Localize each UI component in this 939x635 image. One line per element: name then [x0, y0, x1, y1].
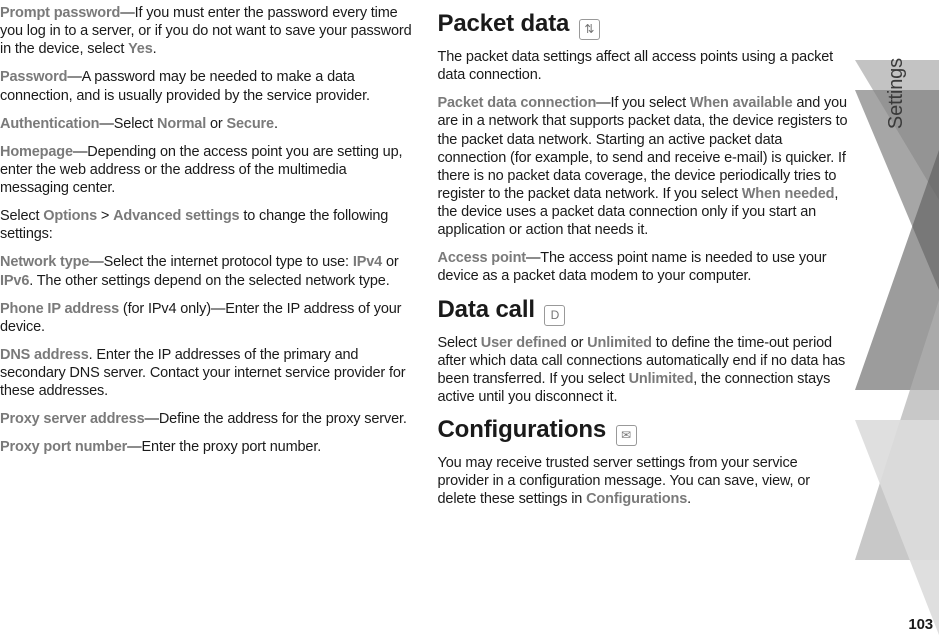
decor-triangle [855, 420, 939, 635]
option-normal: Normal [157, 116, 206, 132]
heading-configurations: Configurations ✉ [438, 416, 852, 446]
option-ipv4: IPv4 [353, 254, 382, 270]
para-dns: DNS address. Enter the IP addresses of t… [0, 346, 414, 400]
packet-data-icon: ⇅ [579, 19, 600, 40]
option-unlimited-2: Unlimited [629, 371, 694, 387]
label-phone-ip: Phone IP address [0, 301, 119, 317]
para-configurations: You may receive trusted server settings … [438, 454, 852, 508]
side-tab: Settings [855, 0, 939, 635]
option-user-defined: User defined [481, 335, 567, 351]
para-password: Password—A password may be needed to mak… [0, 68, 414, 104]
para-access-point: Access point—The access point name is ne… [438, 249, 852, 285]
label-access-point: Access point [438, 250, 526, 266]
para-proxy-address: Proxy server address—Define the address … [0, 410, 414, 428]
option-when-needed: When needed [742, 186, 835, 202]
label-configurations: Configurations [586, 491, 687, 507]
page-number: 103 [908, 616, 933, 633]
left-column: Prompt password—If you must enter the pa… [0, 4, 414, 518]
para-prompt-password: Prompt password—If you must enter the pa… [0, 4, 414, 58]
para-packet-intro: The packet data settings affect all acce… [438, 48, 852, 84]
data-call-icon: D [544, 305, 565, 326]
para-homepage: Homepage—Depending on the access point y… [0, 143, 414, 197]
label-dns: DNS address [0, 347, 89, 363]
label-prompt-password: Prompt password [0, 5, 120, 21]
label-authentication: Authentication [0, 116, 99, 132]
para-options-path: Select Options > Advanced settings to ch… [0, 207, 414, 243]
label-homepage: Homepage [0, 144, 73, 160]
para-proxy-port: Proxy port number—Enter the proxy port n… [0, 438, 414, 456]
para-network-type: Network type—Select the internet protoco… [0, 253, 414, 289]
configurations-icon: ✉ [616, 425, 637, 446]
option-ipv6: IPv6 [0, 273, 29, 289]
right-column: Packet data ⇅ The packet data settings a… [438, 4, 852, 518]
heading-data-call: Data call D [438, 296, 852, 326]
label-password: Password [0, 69, 67, 85]
section-label: Settings [885, 58, 908, 129]
option-yes: Yes [128, 41, 153, 57]
menu-options: Options [43, 208, 97, 224]
para-authentication: Authentication—Select Normal or Secure. [0, 115, 414, 133]
label-packet-connection: Packet data connection [438, 95, 597, 111]
para-packet-connection: Packet data connection—If you select Whe… [438, 94, 852, 239]
label-network-type: Network type [0, 254, 89, 270]
heading-packet-data: Packet data ⇅ [438, 10, 852, 40]
para-data-call: Select User defined or Unlimited to defi… [438, 334, 852, 407]
menu-advanced-settings: Advanced settings [113, 208, 239, 224]
label-proxy-port: Proxy port number [0, 439, 127, 455]
option-secure: Secure [226, 116, 273, 132]
para-phone-ip: Phone IP address (for IPv4 only)—Enter t… [0, 300, 414, 336]
option-when-available: When available [690, 95, 793, 111]
label-proxy-address: Proxy server address [0, 411, 145, 427]
option-unlimited: Unlimited [587, 335, 652, 351]
